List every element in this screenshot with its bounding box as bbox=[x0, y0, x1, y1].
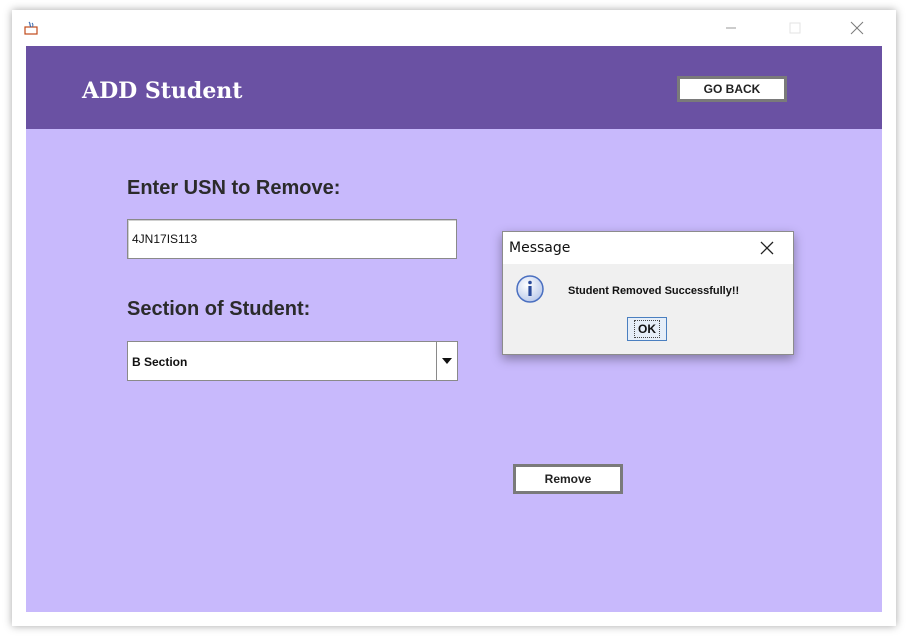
dropdown-arrow-button[interactable] bbox=[436, 342, 457, 380]
ok-button[interactable]: OK bbox=[627, 317, 667, 341]
dialog-title: Message bbox=[509, 240, 571, 256]
usn-label: Enter USN to Remove: bbox=[127, 177, 341, 199]
window-titlebar bbox=[12, 10, 896, 46]
header-bar: ADD Student GO BACK bbox=[26, 46, 882, 129]
minimize-button[interactable] bbox=[708, 10, 754, 46]
minimize-icon bbox=[726, 27, 736, 29]
close-icon bbox=[850, 21, 864, 35]
java-icon bbox=[24, 21, 38, 35]
dialog-titlebar: Message bbox=[503, 232, 793, 264]
remove-button[interactable]: Remove bbox=[513, 464, 623, 494]
ok-label: OK bbox=[634, 320, 660, 338]
close-icon bbox=[760, 241, 774, 255]
chevron-down-icon bbox=[442, 358, 452, 364]
maximize-icon bbox=[789, 22, 801, 34]
page-title: ADD Student bbox=[82, 78, 243, 104]
usn-input[interactable] bbox=[127, 219, 457, 259]
section-label: Section of Student: bbox=[127, 298, 311, 320]
window-close-button[interactable] bbox=[834, 10, 880, 46]
maximize-button[interactable] bbox=[772, 10, 818, 46]
message-dialog: Message Student Removed Successfully!! O… bbox=[502, 231, 794, 355]
section-select[interactable]: B Section bbox=[127, 341, 458, 381]
dialog-close-button[interactable] bbox=[757, 238, 777, 258]
section-selected-value: B Section bbox=[132, 355, 188, 369]
dialog-message: Student Removed Successfully!! bbox=[568, 285, 740, 297]
go-back-button[interactable]: GO BACK bbox=[677, 76, 787, 102]
info-icon bbox=[516, 275, 544, 303]
